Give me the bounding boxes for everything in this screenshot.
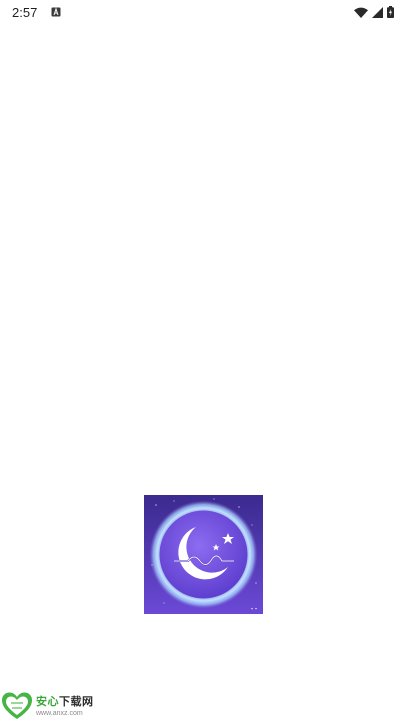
signal-icon bbox=[372, 6, 383, 18]
status-right bbox=[354, 6, 394, 18]
watermark-text: 安心下载网 www.anxz.com bbox=[36, 696, 94, 717]
watermark-url: www.anxz.com bbox=[36, 709, 83, 717]
watermark: 安心下载网 www.anxz.com bbox=[2, 690, 94, 722]
wifi-icon bbox=[354, 7, 368, 18]
app-logo bbox=[144, 495, 263, 614]
watermark-brand: 安心下载网 bbox=[36, 696, 94, 707]
watermark-brand-rest: 下载网 bbox=[59, 694, 94, 708]
status-time: 2:57 bbox=[12, 4, 38, 20]
status-bar: 2:57 bbox=[0, 0, 406, 24]
watermark-brand-green: 安心 bbox=[36, 694, 59, 708]
heart-logo-icon bbox=[2, 692, 32, 719]
notification-a-icon bbox=[51, 7, 61, 17]
splash-screen: 2:57 安心下载网 www.anxz.com bbox=[0, 0, 406, 723]
status-left: 2:57 bbox=[12, 5, 61, 20]
battery-charging-icon bbox=[387, 6, 394, 18]
